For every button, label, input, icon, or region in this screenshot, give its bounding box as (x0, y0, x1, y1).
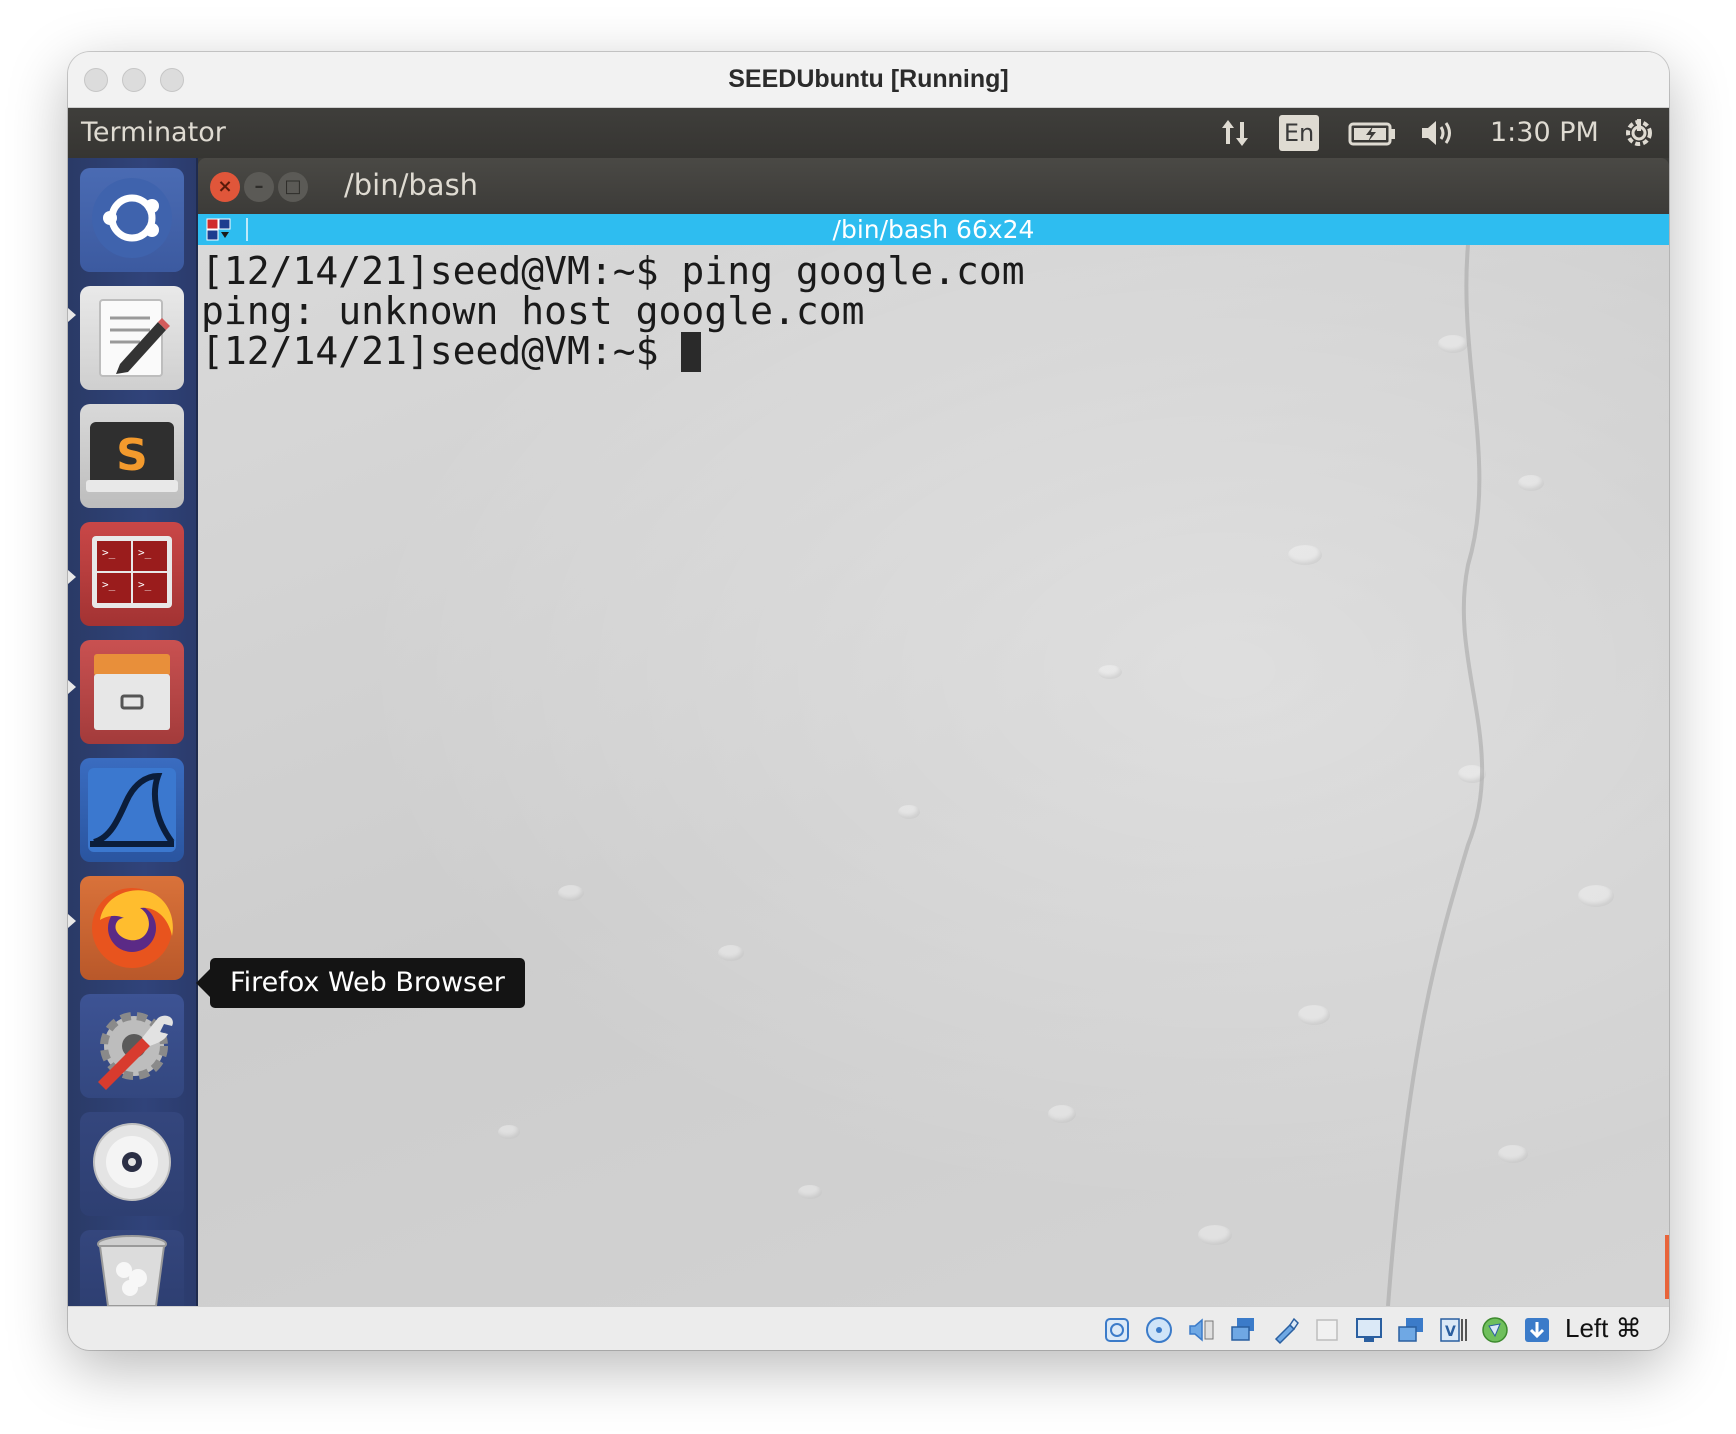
battery-icon[interactable] (1348, 116, 1398, 158)
launcher-item-trash[interactable] (80, 1230, 184, 1306)
active-app-name[interactable]: Terminator (81, 117, 226, 148)
terminal-cursor (681, 332, 702, 372)
video-capture-icon[interactable]: V (1438, 1315, 1468, 1345)
launcher-item-sublime-text[interactable]: S (80, 404, 184, 508)
host-key-label: Left ⌘ (1565, 1313, 1642, 1343)
terminal-tab-bar[interactable]: /bin/bash 66x24 (198, 214, 1669, 245)
svg-text:>_: >_ (102, 546, 116, 559)
unity-launcher: S >_ >_ >_ >_ (68, 158, 198, 1306)
sublime-text-icon: S (86, 422, 178, 492)
wallpaper-drop (1298, 1005, 1330, 1025)
trash-icon (97, 1235, 167, 1306)
svg-text:V: V (1445, 1324, 1456, 1340)
launcher-item-firefox[interactable] (80, 876, 184, 980)
svg-text:>_: >_ (138, 546, 152, 559)
launcher-item-text-editor[interactable] (80, 286, 184, 390)
terminal-prompt: [12/14/21]seed@VM:~$ (201, 329, 682, 373)
usb-icon[interactable] (1270, 1315, 1300, 1345)
wallpaper-drop (1288, 545, 1322, 565)
text-editor-icon (99, 299, 170, 377)
launcher-item-ubuntu-dash[interactable] (80, 168, 184, 272)
terminal-titlebar[interactable]: × – □ /bin/bash (198, 158, 1669, 214)
launcher-item-terminator[interactable]: >_ >_ >_ >_ (80, 522, 184, 626)
virtualbox-window: SEEDUbuntu [Running] Terminator En 1:30 … (68, 52, 1669, 1350)
network-arrows-icon[interactable] (1218, 116, 1254, 158)
wallpaper-drop (1578, 885, 1614, 907)
launcher-item-dvd-drive[interactable] (80, 1112, 184, 1216)
hard-disk-icon[interactable] (1102, 1315, 1132, 1345)
terminal-title: /bin/bash (344, 168, 479, 202)
screen-capture-icon[interactable] (1396, 1315, 1426, 1345)
launcher-tooltip: Firefox Web Browser (196, 958, 525, 1008)
file-cabinet-icon (94, 654, 170, 730)
wallpaper-drop (898, 805, 920, 819)
maximize-icon[interactable]: □ (278, 172, 308, 202)
audio-icon[interactable] (1186, 1315, 1216, 1345)
vm-screen[interactable]: Terminator En 1:30 PM S >_ >_ >_ >_ × – … (68, 108, 1669, 1306)
wallpaper-drop (498, 1125, 520, 1139)
volume-icon[interactable] (1418, 116, 1458, 158)
terminal-window[interactable]: × – □ /bin/bash /bin/bash 66x24 [12/14/2… (198, 158, 1669, 1306)
settings-wrench-icon (98, 1012, 173, 1090)
terminal-line: [12/14/21]seed@VM:~$ ping google.com (201, 249, 1025, 293)
terminal-tab-label[interactable]: /bin/bash 66x24 (198, 215, 1669, 244)
launcher-item-system-settings[interactable] (80, 994, 184, 1098)
terminal-body[interactable]: [12/14/21]seed@VM:~$ ping google.com pin… (198, 245, 1669, 1306)
optical-disc-icon[interactable] (1144, 1315, 1174, 1345)
scroll-indicator (1665, 1235, 1669, 1299)
wallpaper-drop (1198, 1225, 1232, 1245)
wallpaper-streak (1386, 245, 1485, 1306)
virtualbox-status-bar: V Left ⌘ (68, 1306, 1669, 1350)
window-title: SEEDUbuntu [Running] (728, 65, 1009, 93)
wallpaper-drop (798, 1185, 822, 1199)
running-indicator (68, 308, 76, 322)
close-icon[interactable]: × (210, 172, 240, 202)
power-gear-icon[interactable] (1621, 116, 1657, 158)
display-icon[interactable] (1354, 1315, 1384, 1345)
minimize-icon[interactable]: – (244, 172, 274, 202)
wallpaper-drop (718, 945, 744, 961)
wallpaper-drop (558, 885, 584, 901)
ubuntu-logo-icon (92, 178, 172, 258)
mac-titlebar: SEEDUbuntu [Running] (68, 52, 1669, 108)
mouse-integration-icon[interactable] (1480, 1315, 1510, 1345)
launcher-item-file-archive[interactable] (80, 640, 184, 744)
wallpaper-drop (1048, 1105, 1076, 1123)
running-indicator (68, 680, 76, 694)
keyboard-layout-icon[interactable]: En (1279, 115, 1319, 151)
terminal-line: ping: unknown host google.com (201, 289, 865, 333)
network-icon[interactable] (1228, 1315, 1258, 1345)
terminator-icon: >_ >_ >_ >_ (92, 536, 172, 608)
svg-text:S: S (116, 430, 148, 481)
running-indicator (68, 570, 76, 584)
host-key-arrow-icon[interactable] (1522, 1315, 1552, 1345)
svg-text:>_: >_ (138, 578, 152, 591)
shared-folder-icon[interactable] (1312, 1315, 1342, 1345)
launcher-item-wireshark[interactable] (80, 758, 184, 862)
svg-text:>_: >_ (102, 578, 116, 591)
wallpaper-drop (1098, 665, 1122, 679)
terminal-prompt-line[interactable]: [12/14/21]seed@VM:~$ (201, 329, 702, 373)
firefox-icon (92, 888, 173, 968)
wireshark-fin-icon (88, 768, 176, 852)
ubuntu-top-panel: Terminator En 1:30 PM (68, 108, 1669, 158)
panel-clock[interactable]: 1:30 PM (1490, 117, 1599, 148)
running-indicator (68, 914, 76, 928)
disc-icon (93, 1123, 171, 1201)
